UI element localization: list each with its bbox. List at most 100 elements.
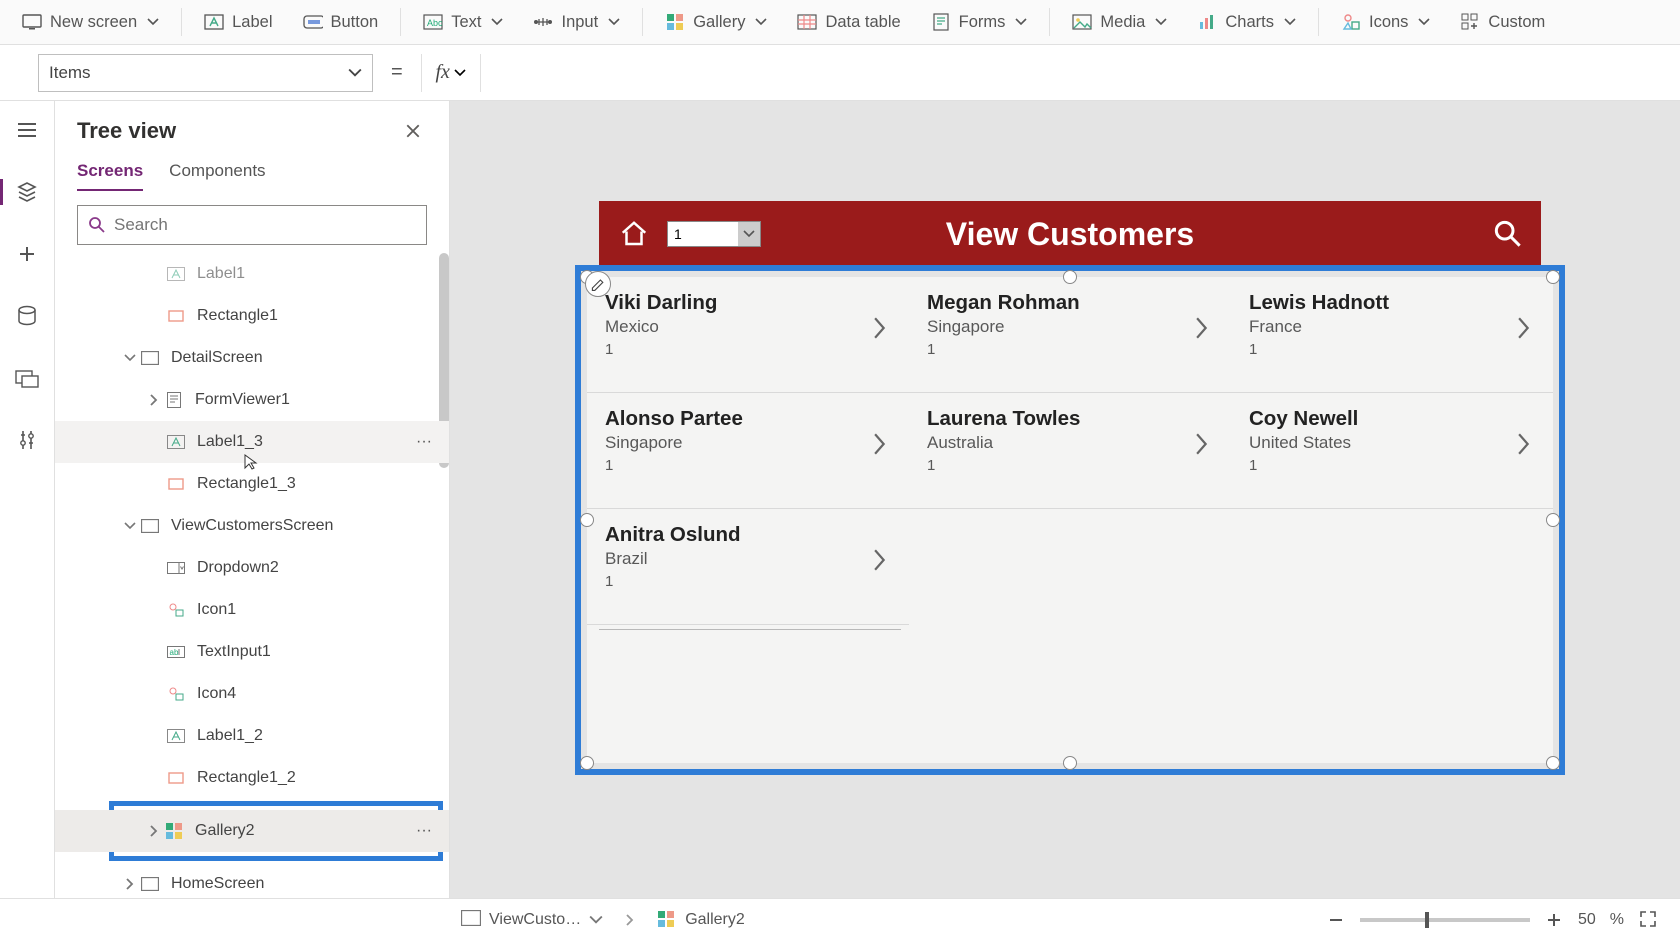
text-button[interactable]: Abc Text xyxy=(411,6,515,38)
expand-icon[interactable] xyxy=(121,520,139,532)
tree-body[interactable]: Label1 Rectangle1 DetailScreen FormViewe… xyxy=(55,253,449,898)
node-label: TextInput1 xyxy=(197,643,271,661)
chevron-right-icon[interactable] xyxy=(1513,433,1535,455)
status-bar: ViewCusto… Gallery2 50 % xyxy=(0,898,1680,940)
tree-tabs: Screens Components xyxy=(55,151,449,195)
fx-button[interactable]: fx xyxy=(421,54,481,92)
gallery-item[interactable]: Megan RohmanSingapore1 xyxy=(909,277,1231,393)
label-icon xyxy=(165,431,187,453)
tree-view-panel: Tree view Screens Components Label1 Rect… xyxy=(55,101,450,898)
tree-node-dropdown2[interactable]: Dropdown2 xyxy=(55,547,449,589)
icons-button[interactable]: Icons xyxy=(1329,6,1442,38)
gallery-button[interactable]: Gallery xyxy=(653,6,779,38)
charts-button[interactable]: Charts xyxy=(1185,6,1308,38)
label-button[interactable]: Label xyxy=(192,6,284,38)
gallery-item[interactable]: Laurena TowlesAustralia1 xyxy=(909,393,1231,509)
slider-thumb[interactable] xyxy=(1425,912,1429,928)
resize-handle[interactable] xyxy=(1063,756,1077,770)
tree-node-label1_3[interactable]: Label1_3 ··· xyxy=(55,421,449,463)
chevron-right-icon[interactable] xyxy=(869,433,891,455)
insert-rail-button[interactable] xyxy=(10,237,44,271)
tree-node-rectangle1_2[interactable]: Rectangle1_2 xyxy=(55,757,449,799)
resize-handle[interactable] xyxy=(580,756,594,770)
node-label: Label1_3 xyxy=(197,433,263,451)
breadcrumb-screen[interactable]: ViewCusto… xyxy=(450,905,614,935)
shapes-icon xyxy=(165,599,187,621)
chevron-right-icon[interactable] xyxy=(869,317,891,339)
resize-handle[interactable] xyxy=(1546,513,1560,527)
edit-template-badge[interactable] xyxy=(585,271,611,297)
expand-icon[interactable] xyxy=(121,878,139,890)
breadcrumb-control[interactable]: Gallery2 xyxy=(646,905,756,935)
gallery-item[interactable]: Alonso ParteeSingapore1 xyxy=(587,393,909,509)
tree-node-label1_2[interactable]: Label1_2 xyxy=(55,715,449,757)
resize-handle[interactable] xyxy=(1546,270,1560,284)
tree-node-rectangle1_3[interactable]: Rectangle1_3 xyxy=(55,463,449,505)
datatable-button[interactable]: Data table xyxy=(785,6,912,38)
chevron-right-icon[interactable] xyxy=(1191,433,1213,455)
expand-icon[interactable] xyxy=(145,394,163,406)
tree-node-icon1[interactable]: Icon1 xyxy=(55,589,449,631)
chevron-right-icon[interactable] xyxy=(869,549,891,571)
resize-handle[interactable] xyxy=(580,513,594,527)
more-button[interactable]: ··· xyxy=(411,818,437,844)
formula-input[interactable] xyxy=(493,54,1668,92)
breadcrumb-screen-label: ViewCusto… xyxy=(489,911,581,929)
close-panel-button[interactable] xyxy=(399,117,427,145)
gallery-item[interactable]: Viki DarlingMexico1 xyxy=(587,277,909,393)
tree-node-formviewer1[interactable]: FormViewer1 xyxy=(55,379,449,421)
tab-screens[interactable]: Screens xyxy=(77,161,143,191)
gallery-selection[interactable]: Viki DarlingMexico1Megan RohmanSingapore… xyxy=(575,265,1565,775)
separator xyxy=(1318,8,1319,36)
tree-node-viewcustomersscreen[interactable]: ViewCustomersScreen xyxy=(55,505,449,547)
tree-node-label1[interactable]: Label1 xyxy=(55,253,449,295)
resize-handle[interactable] xyxy=(1063,270,1077,284)
zoom-slider[interactable] xyxy=(1360,918,1530,922)
customer-country: Australia xyxy=(927,433,1213,453)
tab-components[interactable]: Components xyxy=(169,161,265,191)
treeview-rail-button[interactable] xyxy=(10,175,44,209)
tree-node-detailscreen[interactable]: DetailScreen xyxy=(55,337,449,379)
button-button[interactable]: Button xyxy=(291,6,391,38)
node-label: Label1 xyxy=(197,265,245,283)
tree-node-homescreen[interactable]: HomeScreen xyxy=(55,863,449,898)
tree-node-rectangle1[interactable]: Rectangle1 xyxy=(55,295,449,337)
media-button[interactable]: Media xyxy=(1060,6,1179,38)
media-rail-button[interactable] xyxy=(10,361,44,395)
home-icon[interactable] xyxy=(619,219,649,249)
input-button[interactable]: Input xyxy=(521,6,632,38)
tools-rail-button[interactable] xyxy=(10,423,44,457)
left-rail xyxy=(0,101,55,898)
gallery-control[interactable]: Viki DarlingMexico1Megan RohmanSingapore… xyxy=(587,277,1553,763)
tree-search[interactable] xyxy=(77,205,427,245)
tree-node-gallery2[interactable]: Gallery2 ··· xyxy=(55,810,449,852)
gallery-item[interactable]: Anitra OslundBrazil1 xyxy=(587,509,909,625)
hamburger-button[interactable] xyxy=(10,113,44,147)
new-screen-button[interactable]: New screen xyxy=(10,6,171,38)
data-rail-button[interactable] xyxy=(10,299,44,333)
gallery-item[interactable]: Coy NewellUnited States1 xyxy=(1231,393,1553,509)
zoom-out-button[interactable] xyxy=(1326,910,1346,930)
forms-button[interactable]: Forms xyxy=(919,6,1040,38)
expand-icon[interactable] xyxy=(145,825,163,837)
tree-node-textinput1[interactable]: ab TextInput1 xyxy=(55,631,449,673)
custom-button[interactable]: Custom xyxy=(1448,6,1557,38)
resize-handle[interactable] xyxy=(1546,756,1560,770)
app-dropdown[interactable]: 1 xyxy=(667,221,761,247)
canvas[interactable]: 1 View Customers Viki DarlingMexico1Mega… xyxy=(450,101,1680,898)
gallery-item[interactable]: Lewis HadnottFrance1 xyxy=(1231,277,1553,393)
tree-node-icon4[interactable]: Icon4 xyxy=(55,673,449,715)
chevron-right-icon[interactable] xyxy=(1513,317,1535,339)
property-selector[interactable]: Items xyxy=(38,54,373,92)
zoom-in-button[interactable] xyxy=(1544,910,1564,930)
screen-icon xyxy=(461,910,481,930)
fit-to-window-button[interactable] xyxy=(1638,909,1660,931)
expand-icon[interactable] xyxy=(121,352,139,364)
input-btn-label: Input xyxy=(561,13,598,32)
chevron-right-icon[interactable] xyxy=(1191,317,1213,339)
datatable-btn-label: Data table xyxy=(825,13,900,32)
search-icon[interactable] xyxy=(1493,219,1523,249)
tree-search-input[interactable] xyxy=(114,215,416,235)
more-button[interactable]: ··· xyxy=(411,429,437,455)
icons-btn-label: Icons xyxy=(1369,13,1408,32)
